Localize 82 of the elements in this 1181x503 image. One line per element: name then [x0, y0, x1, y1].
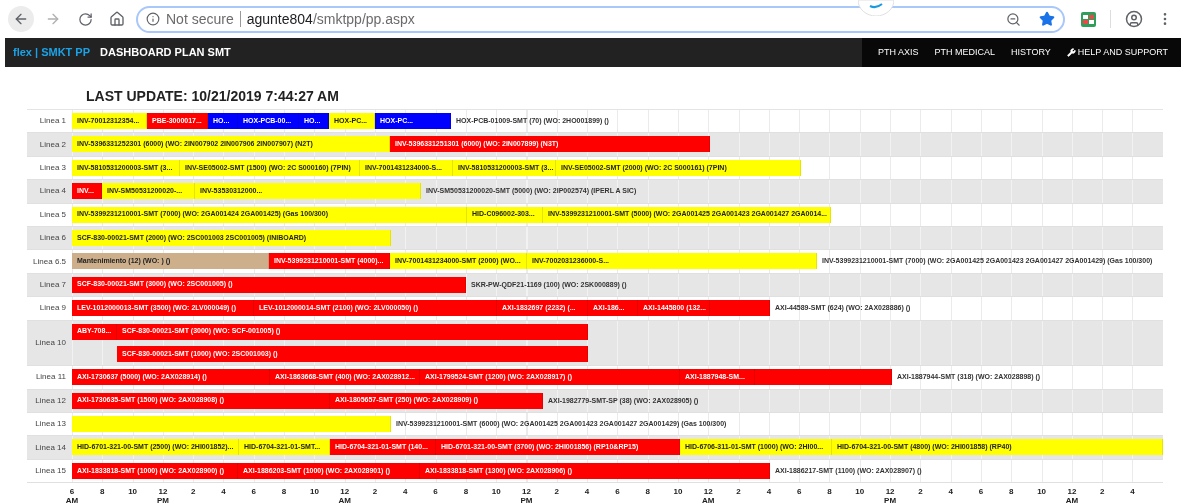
url-path: /smktpp/pp.aspx — [312, 9, 415, 29]
nav-link[interactable]: HISTORY — [1003, 45, 1059, 60]
axis-tick-label: 8 — [463, 487, 469, 497]
axis-tick-label: 10 — [855, 487, 865, 497]
row-label: Linea 10 — [35, 336, 66, 349]
axis-tick-label: 12 — [340, 487, 350, 497]
axis-tick-label: 12 — [703, 487, 713, 497]
row-label: Linea 9 — [39, 302, 66, 315]
row-label: Linea 14 — [35, 441, 66, 454]
row-label: Linea 6.5 — [33, 255, 66, 268]
axis-tick-label: 6 — [978, 487, 984, 497]
last-update-heading: LAST UPDATE: 10/21/2019 7:44:27 AM — [86, 87, 339, 106]
axis-tick-label: 4 — [584, 487, 590, 497]
axis-tick-label: 10 — [309, 487, 319, 497]
axis-period-label: PM — [520, 496, 533, 503]
axis-tick-label: 10 — [673, 487, 683, 497]
row-label: Linea 1 — [39, 115, 66, 128]
axis-period-label: PM — [156, 496, 169, 503]
axis-period-label: PM — [884, 496, 897, 503]
nav-link[interactable]: PTH MEDICAL — [926, 45, 1004, 60]
axis-tick-label: 4 — [403, 487, 408, 497]
axis-tick-label: 8 — [100, 487, 105, 497]
wrench-icon — [1066, 48, 1076, 57]
axis-tick-label: 12 — [1067, 487, 1077, 497]
axis-tick-label: 4 — [1130, 487, 1135, 497]
axis-tick-label: 6 — [251, 487, 256, 497]
axis-tick-label: 4 — [766, 487, 772, 497]
bookmark-star-icon[interactable] — [1039, 11, 1055, 27]
row-label: Linea 3 — [39, 161, 66, 174]
axis-period-label: AM — [702, 496, 715, 503]
axis-tick-label: 2 — [190, 487, 196, 497]
axis-tick-label: 6 — [796, 487, 802, 497]
timeline-bar[interactable] — [755, 369, 892, 386]
row-label: Linea 11 — [35, 371, 66, 384]
axis-tick-label: 4 — [221, 487, 226, 497]
axis-tick-label: 10 — [1037, 487, 1047, 497]
extension-icon[interactable] — [1081, 11, 1096, 27]
axis-tick-label: 6 — [433, 487, 438, 497]
info-icon — [146, 12, 160, 26]
axis-tick-label: 2 — [918, 487, 923, 497]
back-button[interactable] — [8, 6, 34, 32]
reload-icon — [77, 11, 93, 27]
brand-logo[interactable]: flex | SMKT PP — [13, 44, 91, 61]
nav-link[interactable]: HELP AND SUPPORT — [1058, 45, 1176, 60]
axis-tick-label: 2 — [372, 487, 378, 497]
axis-tick-label: 6 — [69, 487, 75, 497]
page-title: DASHBOARD PLAN SMT — [100, 45, 231, 61]
axis-tick-label: 8 — [1009, 487, 1014, 497]
axis-tick-label: 12 — [885, 487, 895, 497]
account-icon[interactable] — [1125, 10, 1143, 28]
row-label: Linea 12 — [35, 394, 66, 407]
row-label: Linea 5 — [39, 208, 66, 221]
axis-tick-label: 4 — [948, 487, 953, 497]
zoom-icon[interactable] — [1006, 11, 1021, 27]
axis-tick-label: 12 — [158, 487, 168, 497]
forward-arrow-icon — [45, 11, 61, 27]
axis-tick-label: 8 — [281, 487, 287, 497]
axis-tick-label: 8 — [645, 487, 650, 497]
axis-period-label: AM — [338, 496, 351, 503]
axis-tick-label: 2 — [1099, 487, 1105, 497]
row-label: Linea 6 — [39, 232, 66, 245]
axis-tick-label: 10 — [128, 487, 138, 497]
nav-link[interactable]: PTH AXIS — [870, 45, 927, 60]
security-label: Not secure — [166, 9, 234, 29]
back-arrow-icon — [13, 11, 29, 27]
axis-period-label: AM — [1065, 496, 1079, 503]
address-bar[interactable]: Not secure agunte804/smktpp/pp.aspx — [136, 5, 1065, 33]
axis-period-label: AM — [65, 496, 79, 503]
home-icon — [109, 11, 125, 27]
row-label: Linea 7 — [39, 278, 66, 291]
timeline-bar[interactable] — [710, 300, 770, 317]
axis-tick-label: 6 — [615, 487, 620, 497]
row-label: Linea 2 — [39, 138, 66, 151]
row-label: Linea 13 — [35, 418, 66, 431]
axis-tick-label: 2 — [554, 487, 559, 497]
axis-tick-label: 8 — [827, 487, 832, 497]
url-host: agunte804 — [246, 9, 313, 29]
row-label: Linea 15 — [35, 465, 66, 478]
row-label: Linea 4 — [39, 185, 66, 198]
axis-tick-label: 10 — [491, 487, 501, 497]
axis-tick-label: 12 — [522, 487, 531, 497]
axis-tick-label: 2 — [736, 487, 741, 497]
